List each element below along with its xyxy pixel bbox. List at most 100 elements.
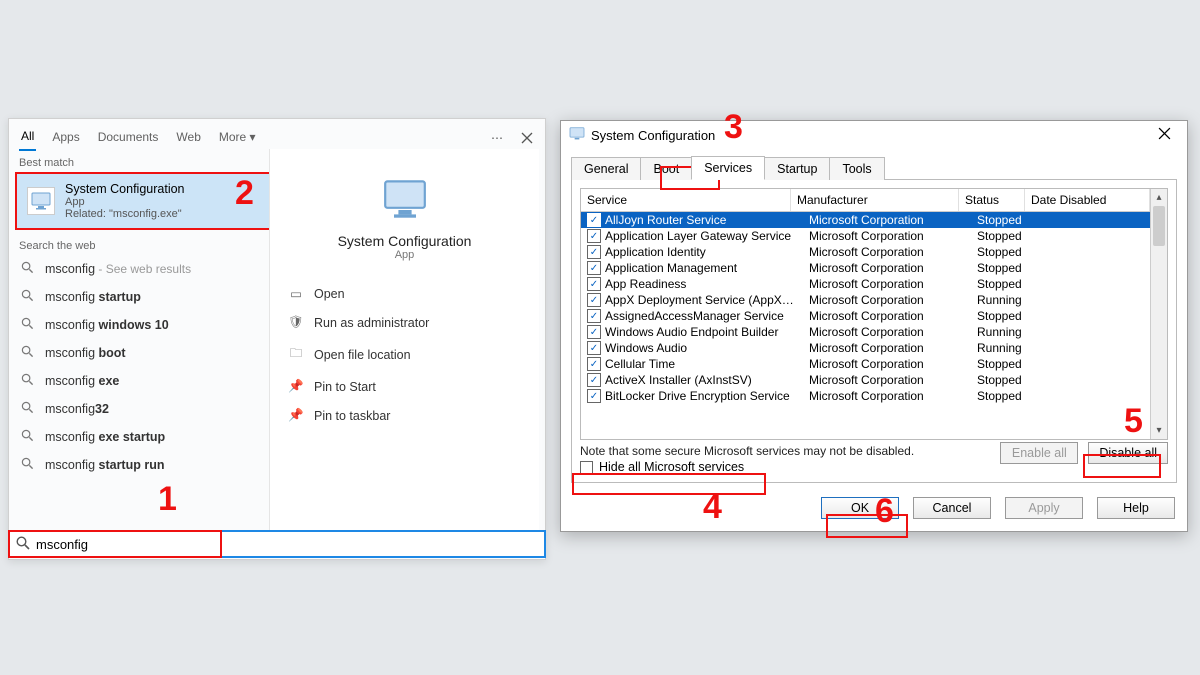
search-icon [21,345,35,361]
dialog-buttons: OK Cancel Apply Help [561,491,1187,531]
best-match-related: Related: "msconfig.exe" [65,208,185,220]
cell-service: AssignedAccessManager Service [605,309,809,323]
checkbox-icon[interactable]: ✓ [587,213,601,227]
dialog-title: System Configuration [591,128,1149,143]
checkbox-icon[interactable]: ✓ [587,293,601,307]
checkbox-icon[interactable]: ✓ [587,357,601,371]
grid-header[interactable]: Service Manufacturer Status Date Disable… [581,189,1150,212]
search-tab-apps[interactable]: Apps [50,126,81,150]
cell-status: Stopped [977,389,1043,403]
monitor-icon [569,127,585,143]
services-note: Note that some secure Microsoft services… [580,440,1000,460]
checkbox-icon[interactable]: ✓ [587,341,601,355]
cell-status: Stopped [977,357,1043,371]
col-manufacturer[interactable]: Manufacturer [791,189,959,211]
checkbox-icon[interactable]: ✓ [587,309,601,323]
start-search-panel: All Apps Documents Web More ▾ ⋯ Best mat… [8,118,546,560]
dialog-titlebar[interactable]: System Configuration [561,121,1187,149]
scroll-thumb[interactable] [1153,206,1165,246]
disable-all-button[interactable]: Disable all [1088,442,1168,464]
cell-service: Windows Audio [605,341,809,355]
checkbox-icon[interactable]: ✓ [587,373,601,387]
cell-service: ActiveX Installer (AxInstSV) [605,373,809,387]
cell-status: Stopped [977,373,1043,387]
result-preview-pane: System Configuration App ▭Open 🛡Run as a… [269,149,539,553]
search-icon [21,289,35,305]
checkbox-icon[interactable]: ✓ [587,277,601,291]
service-row[interactable]: ✓AllJoyn Router ServiceMicrosoft Corpora… [581,212,1150,228]
tab-services[interactable]: Services [691,156,765,180]
search-tab-documents[interactable]: Documents [96,126,161,150]
cell-service: AllJoyn Router Service [605,213,809,227]
ok-button[interactable]: OK [821,497,899,519]
service-row[interactable]: ✓BitLocker Drive Encryption ServiceMicro… [581,388,1150,404]
preview-title: System Configuration [270,233,539,249]
hide-ms-services-checkbox[interactable]: Hide all Microsoft services [580,460,1000,474]
cancel-button[interactable]: Cancel [913,497,991,519]
best-match-kind: App [65,196,185,208]
service-row[interactable]: ✓Windows Audio Endpoint BuilderMicrosoft… [581,324,1150,340]
annotation-box [8,530,222,558]
cell-manufacturer: Microsoft Corporation [809,277,977,291]
checkbox-icon[interactable]: ✓ [587,325,601,339]
checkbox-icon[interactable]: ✓ [587,261,601,275]
open-icon: ▭ [288,286,304,301]
search-tabs: All Apps Documents Web More ▾ ⋯ [9,119,545,151]
cell-status: Running [977,293,1043,307]
best-match-title: System Configuration [65,182,185,196]
dialog-tabs: General Boot Services Startup Tools [561,149,1187,179]
action-pin-taskbar[interactable]: 📌Pin to taskbar [284,401,525,430]
preview-sub: App [270,249,539,261]
service-row[interactable]: ✓Windows AudioMicrosoft CorporationRunni… [581,340,1150,356]
action-open[interactable]: ▭Open [284,279,525,308]
tab-boot[interactable]: Boot [640,157,692,180]
close-icon[interactable] [1149,127,1179,143]
vertical-scrollbar[interactable]: ▴ ▾ [1150,189,1167,439]
cell-status: Running [977,341,1043,355]
search-icon [21,429,35,445]
search-tab-more[interactable]: More ▾ [217,126,258,150]
checkbox-icon[interactable]: ✓ [587,389,601,403]
checkbox-icon[interactable]: ✓ [587,245,601,259]
cell-manufacturer: Microsoft Corporation [809,357,977,371]
search-icon [21,457,35,473]
pin-icon: 📌 [288,408,304,423]
col-service[interactable]: Service [581,189,791,211]
scroll-up-icon[interactable]: ▴ [1151,189,1167,206]
service-row[interactable]: ✓Cellular TimeMicrosoft CorporationStopp… [581,356,1150,372]
help-button[interactable]: Help [1097,497,1175,519]
monitor-icon [383,179,427,223]
checkbox-icon[interactable]: ✓ [587,229,601,243]
col-date-disabled[interactable]: Date Disabled [1025,189,1150,211]
apply-button[interactable]: Apply [1005,497,1083,519]
service-row[interactable]: ✓ActiveX Installer (AxInstSV)Microsoft C… [581,372,1150,388]
col-status[interactable]: Status [959,189,1025,211]
search-tab-all[interactable]: All [19,125,36,151]
action-open-location[interactable]: 🗀Open file location [284,337,525,372]
hide-ms-services-label: Hide all Microsoft services [599,460,744,474]
service-row[interactable]: ✓Application ManagementMicrosoft Corpora… [581,260,1150,276]
action-pin-start[interactable]: 📌Pin to Start [284,372,525,401]
tab-startup[interactable]: Startup [764,157,830,180]
services-tab-page: Service Manufacturer Status Date Disable… [571,179,1177,483]
cell-status: Stopped [977,245,1043,259]
cell-service: AppX Deployment Service (AppX… [605,293,809,307]
scroll-down-icon[interactable]: ▾ [1151,422,1167,439]
cell-status: Running [977,325,1043,339]
folder-icon: 🗀 [288,344,304,365]
action-run-admin[interactable]: 🛡Run as administrator [284,308,525,337]
service-row[interactable]: ✓App ReadinessMicrosoft CorporationStopp… [581,276,1150,292]
cell-service: BitLocker Drive Encryption Service [605,389,809,403]
service-row[interactable]: ✓Application Layer Gateway ServiceMicros… [581,228,1150,244]
kebab-icon[interactable]: ⋯ [489,130,505,146]
service-row[interactable]: ✓AppX Deployment Service (AppX…Microsoft… [581,292,1150,308]
tab-general[interactable]: General [571,157,641,180]
enable-all-button[interactable]: Enable all [1000,442,1078,464]
close-icon[interactable] [519,130,535,146]
checkbox-icon[interactable] [580,461,593,474]
service-row[interactable]: ✓Application IdentityMicrosoft Corporati… [581,244,1150,260]
service-row[interactable]: ✓AssignedAccessManager ServiceMicrosoft … [581,308,1150,324]
system-configuration-dialog: System Configuration General Boot Servic… [560,120,1188,532]
search-tab-web[interactable]: Web [174,126,202,150]
tab-tools[interactable]: Tools [829,157,884,180]
